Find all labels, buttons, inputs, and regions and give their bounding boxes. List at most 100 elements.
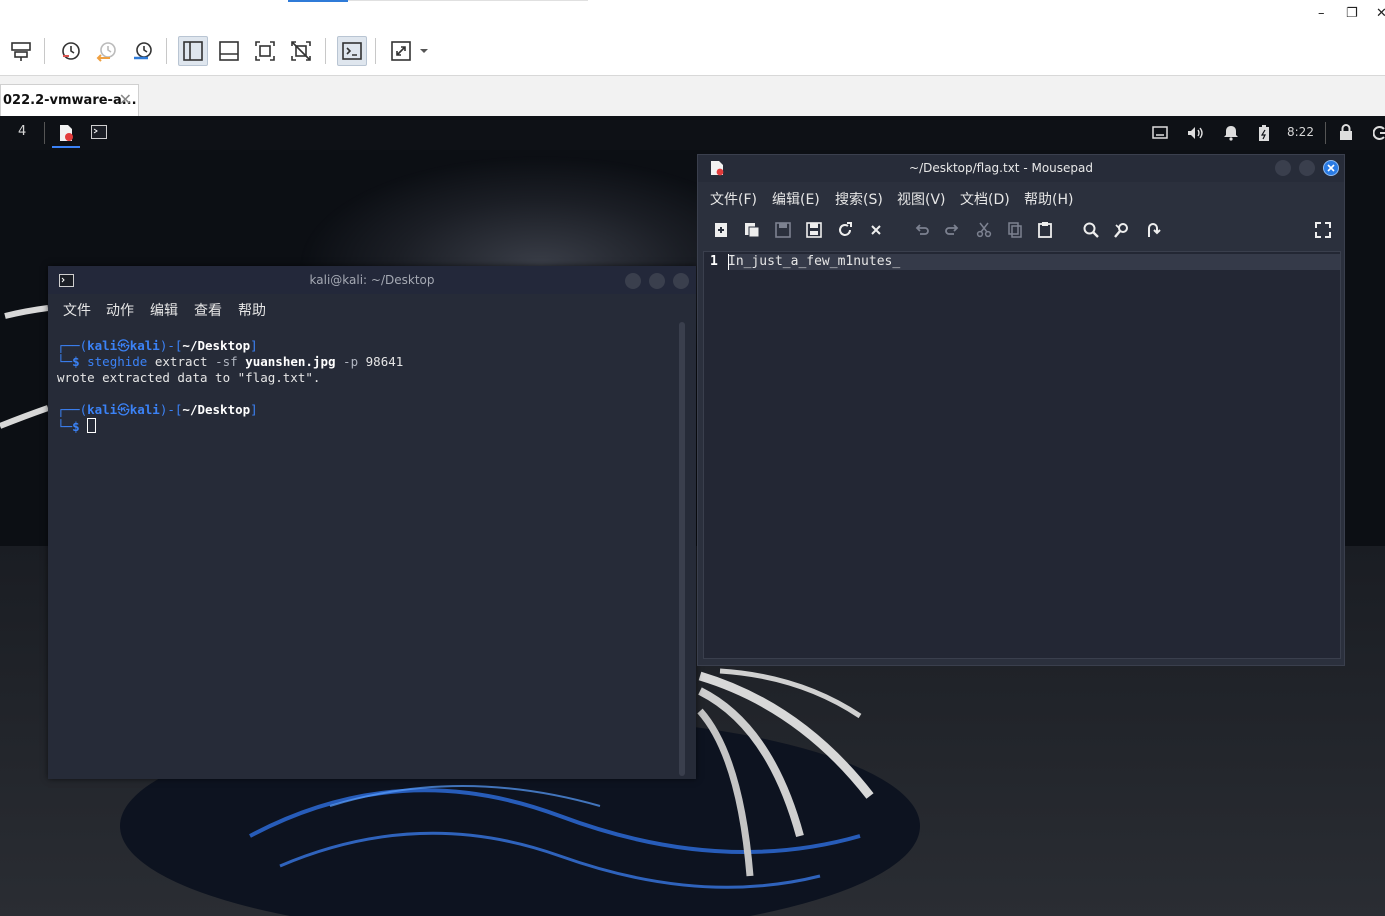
minimize-button[interactable]: –: [1318, 6, 1325, 22]
panel-clock[interactable]: 8:22: [1287, 125, 1314, 139]
new-document-icon[interactable]: [712, 221, 730, 239]
send-keys-button[interactable]: [6, 36, 36, 66]
terminal-app-icon: [91, 125, 107, 139]
panel-separator: [1325, 122, 1326, 144]
terminal-minimize-button[interactable]: [625, 273, 641, 289]
undo-icon[interactable]: [913, 221, 931, 239]
find-replace-icon[interactable]: [1113, 221, 1131, 239]
fullscreen-icon[interactable]: [1314, 221, 1332, 239]
toolbar-separator: [44, 38, 45, 64]
paste-icon[interactable]: [1036, 221, 1054, 239]
command-output: wrote extracted data to "flag.txt".: [57, 370, 321, 385]
terminal-scrollbar[interactable]: [679, 322, 685, 776]
terminal-menu-edit[interactable]: 编辑: [150, 300, 178, 320]
vm-tab-label: 022.2-vmware-a...: [3, 93, 137, 108]
terminal-cursor: [87, 418, 97, 433]
prompt-line: ┌──(kali㉿kali)-[~/Desktop]: [57, 402, 258, 417]
guest-screen[interactable]: 4 8:22 kali@kali: ~/Desktop 文件 动作 编辑 查看 …: [0, 116, 1385, 916]
mousepad-titlebar[interactable]: ~/Desktop/flag.txt - Mousepad: [698, 155, 1344, 182]
chevron-down-icon: [420, 49, 428, 53]
terminal-window[interactable]: kali@kali: ~/Desktop 文件 动作 编辑 查看 帮助 ┌──(…: [48, 266, 696, 779]
close-button[interactable]: ✕: [1376, 6, 1385, 22]
mousepad-menu-edit[interactable]: 编辑(E): [772, 189, 820, 209]
active-task-underline: [52, 146, 80, 148]
mousepad-editor[interactable]: 1 In_just_a_few_m1nutes_: [703, 251, 1341, 659]
take-snapshot-button[interactable]: [56, 36, 86, 66]
mousepad-menubar: 文件(F) 编辑(E) 搜索(S) 视图(V) 文档(D) 帮助(H): [698, 183, 1344, 211]
terminal-titlebar[interactable]: kali@kali: ~/Desktop: [48, 266, 696, 294]
unity-button[interactable]: [286, 36, 316, 66]
revert-snapshot-button[interactable]: [92, 36, 122, 66]
restore-button[interactable]: ❐: [1346, 6, 1358, 22]
library-button[interactable]: [178, 36, 208, 66]
reload-icon[interactable]: [836, 221, 854, 239]
snapshot-manager-button[interactable]: [128, 36, 158, 66]
new-window-icon[interactable]: [743, 221, 761, 239]
fullscreen-button[interactable]: [250, 36, 280, 66]
prompt-line: ┌──(kali㉿kali)-[~/Desktop]: [57, 338, 258, 353]
terminal-menu-view[interactable]: 查看: [194, 300, 222, 320]
close-icon: [1327, 164, 1335, 172]
input-line[interactable]: └─$: [57, 418, 97, 435]
line-number: 1: [710, 254, 718, 269]
network-icon[interactable]: [1152, 125, 1168, 141]
mousepad-window[interactable]: ~/Desktop/flag.txt - Mousepad 文件(F) 编辑(E…: [697, 154, 1345, 666]
notifications-bell-icon[interactable]: [1223, 125, 1239, 141]
vm-tab-close-icon[interactable]: ✕: [119, 90, 132, 109]
terminal-window-title: kali@kali: ~/Desktop: [309, 273, 435, 287]
snapshot-icon: [62, 42, 80, 60]
text-caret: [728, 254, 729, 270]
terminal-button[interactable]: [337, 36, 367, 66]
mousepad-window-title: ~/Desktop/flag.txt - Mousepad: [909, 161, 1093, 175]
mousepad-menu-search[interactable]: 搜索(S): [835, 189, 883, 209]
taskbar-mousepad[interactable]: [52, 120, 80, 148]
terminal-maximize-button[interactable]: [649, 273, 665, 289]
terminal-menu-file[interactable]: 文件: [63, 300, 91, 320]
lock-icon[interactable]: [1339, 124, 1353, 141]
mousepad-menu-view[interactable]: 视图(V): [897, 189, 946, 209]
console-view-button[interactable]: [214, 36, 244, 66]
mousepad-toolbar: [698, 213, 1344, 247]
mousepad-app-icon: [60, 125, 73, 141]
workspace-indicator[interactable]: 4: [18, 124, 26, 139]
fullscreen-icon: [255, 41, 275, 61]
mousepad-menu-document[interactable]: 文档(D): [960, 189, 1010, 209]
close-tab-icon[interactable]: [867, 221, 885, 239]
mousepad-menu-file[interactable]: 文件(F): [710, 189, 757, 209]
stretch-dropdown-button[interactable]: [414, 36, 434, 66]
panel-separator: [44, 122, 45, 144]
terminal-output[interactable]: ┌──(kali㉿kali)-[~/Desktop] └─$ steghide …: [48, 322, 678, 772]
toolbar-separator: [325, 38, 326, 64]
mousepad-close-button[interactable]: [1323, 160, 1339, 176]
console-view-icon: [219, 41, 239, 61]
volume-icon[interactable]: [1186, 125, 1204, 141]
terminal-menubar: 文件 动作 编辑 查看 帮助: [48, 294, 696, 322]
title-accent: [288, 0, 348, 2]
terminal-close-button[interactable]: [673, 273, 689, 289]
mousepad-menu-help[interactable]: 帮助(H): [1024, 189, 1073, 209]
stretch-button[interactable]: [386, 36, 416, 66]
toolbar-separator: [166, 38, 167, 64]
search-icon[interactable]: [1082, 221, 1100, 239]
taskbar-terminal[interactable]: [88, 122, 110, 144]
kali-top-panel: 4 8:22: [0, 116, 1385, 150]
redo-icon[interactable]: [943, 221, 961, 239]
battery-icon[interactable]: [1258, 124, 1270, 142]
terminal-menu-help[interactable]: 帮助: [238, 300, 266, 320]
save-as-icon[interactable]: [805, 221, 823, 239]
editor-content[interactable]: In_just_a_few_m1nutes_: [728, 254, 900, 270]
terminal-menu-actions[interactable]: 动作: [106, 300, 134, 320]
unity-icon: [291, 41, 311, 61]
save-icon[interactable]: [774, 221, 792, 239]
vm-tab[interactable]: 022.2-vmware-a... ✕: [0, 84, 139, 116]
terminal-icon: [342, 42, 362, 60]
mousepad-minimize-button[interactable]: [1275, 160, 1291, 176]
go-to-line-icon[interactable]: [1144, 221, 1162, 239]
logout-icon[interactable]: [1373, 125, 1385, 141]
mousepad-maximize-button[interactable]: [1299, 160, 1315, 176]
copy-icon[interactable]: [1006, 221, 1024, 239]
command-line: └─$ steghide extract -sf yuanshen.jpg -p…: [57, 354, 404, 369]
library-icon: [183, 41, 203, 61]
revert-snapshot-icon: [96, 42, 116, 62]
cut-icon[interactable]: [975, 221, 993, 239]
